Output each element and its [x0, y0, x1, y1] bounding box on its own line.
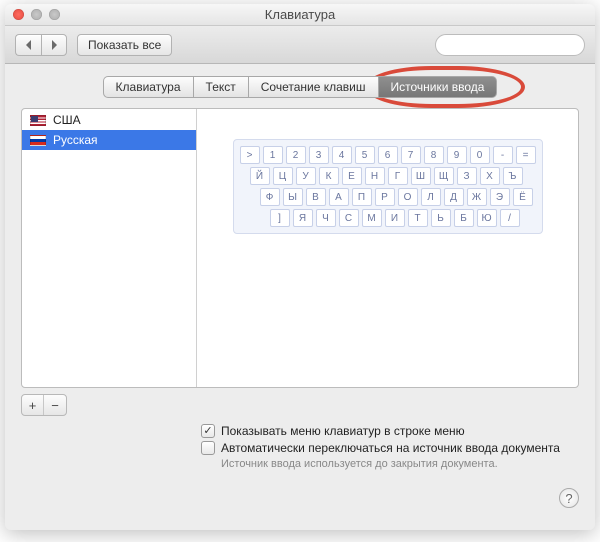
chevron-right-icon — [49, 40, 59, 50]
keyboard-row: ФЫВАПРОЛДЖЭЁ — [240, 188, 536, 206]
key: Я — [293, 209, 313, 227]
keyboard-layout: >1234567890-=ЙЦУКЕНГШЩЗХЪФЫВАПРОЛДЖЭЁ]ЯЧ… — [233, 139, 543, 234]
auto-switch-label: Автоматически переключаться на источник … — [221, 441, 560, 455]
key: 0 — [470, 146, 490, 164]
show-menu-checkbox[interactable] — [201, 424, 215, 438]
key: 3 — [309, 146, 329, 164]
key: П — [352, 188, 372, 206]
key: Ё — [513, 188, 533, 206]
key: = — [516, 146, 536, 164]
key: 6 — [378, 146, 398, 164]
options: Показывать меню клавиатур в строке меню … — [21, 424, 579, 470]
key: Н — [365, 167, 385, 185]
remove-button[interactable]: − — [44, 395, 66, 415]
key: Ъ — [503, 167, 523, 185]
ru-flag-icon — [30, 135, 46, 146]
key: Т — [408, 209, 428, 227]
key: Й — [250, 167, 270, 185]
key: 8 — [424, 146, 444, 164]
chevron-left-icon — [24, 40, 34, 50]
key: А — [329, 188, 349, 206]
key: Х — [480, 167, 500, 185]
search-field[interactable] — [435, 34, 585, 56]
key: К — [319, 167, 339, 185]
nav-segment — [15, 34, 67, 56]
us-flag-icon — [30, 115, 46, 126]
keyboard-preview: >1234567890-=ЙЦУКЕНГШЩЗХЪФЫВАПРОЛДЖЭЁ]ЯЧ… — [197, 109, 578, 387]
search-input[interactable] — [446, 37, 595, 53]
window-title: Клавиатура — [5, 7, 595, 22]
back-button[interactable] — [15, 34, 41, 56]
source-label: Русская — [53, 133, 98, 147]
key: Г — [388, 167, 408, 185]
keyboard-row: >1234567890-= — [240, 146, 536, 164]
source-row[interactable]: США — [22, 110, 196, 130]
keyboard-row: ЙЦУКЕНГШЩЗХЪ — [240, 167, 536, 185]
key: В — [306, 188, 326, 206]
key: 9 — [447, 146, 467, 164]
keyboard-row: ]ЯЧСМИТЬБЮ/ — [240, 209, 536, 227]
tab-3[interactable]: Источники ввода — [378, 76, 498, 98]
show-all-button[interactable]: Показать все — [77, 34, 172, 56]
key: У — [296, 167, 316, 185]
tab-2[interactable]: Сочетание клавиш — [248, 76, 378, 98]
titlebar: Клавиатура — [5, 4, 595, 26]
key: Щ — [434, 167, 454, 185]
hint-text: Источник ввода используется до закрытия … — [201, 458, 579, 470]
key: Ц — [273, 167, 293, 185]
add-remove-segment: + − — [21, 394, 67, 416]
key: Э — [490, 188, 510, 206]
key: И — [385, 209, 405, 227]
source-label: США — [53, 113, 81, 127]
source-row[interactable]: Русская — [22, 130, 196, 150]
key: Ч — [316, 209, 336, 227]
key: М — [362, 209, 382, 227]
key: Б — [454, 209, 474, 227]
auto-switch-checkbox[interactable] — [201, 441, 215, 455]
sources-panel: СШАРусская >1234567890-=ЙЦУКЕНГШЩЗХЪФЫВА… — [21, 108, 579, 388]
key: Ф — [260, 188, 280, 206]
key: Ш — [411, 167, 431, 185]
key: Ж — [467, 188, 487, 206]
tab-0[interactable]: Клавиатура — [103, 76, 193, 98]
tab-bar: КлавиатураТекстСочетание клавишИсточники… — [21, 76, 579, 98]
key: Л — [421, 188, 441, 206]
key: Ю — [477, 209, 497, 227]
key: О — [398, 188, 418, 206]
key: З — [457, 167, 477, 185]
preferences-window: Клавиатура Показать все КлавиатураТекстС… — [5, 4, 595, 530]
forward-button[interactable] — [41, 34, 67, 56]
show-menu-label: Показывать меню клавиатур в строке меню — [221, 424, 465, 438]
content-area: КлавиатураТекстСочетание клавишИсточники… — [5, 64, 595, 530]
key: ] — [270, 209, 290, 227]
tab-1[interactable]: Текст — [193, 76, 248, 98]
toolbar: Показать все — [5, 26, 595, 64]
key: - — [493, 146, 513, 164]
key: > — [240, 146, 260, 164]
key: 4 — [332, 146, 352, 164]
key: Е — [342, 167, 362, 185]
key: Р — [375, 188, 395, 206]
key: 5 — [355, 146, 375, 164]
key: Ь — [431, 209, 451, 227]
key: 2 — [286, 146, 306, 164]
key: 7 — [401, 146, 421, 164]
source-list[interactable]: США Русская — [22, 109, 197, 387]
key: Д — [444, 188, 464, 206]
key: Ы — [283, 188, 303, 206]
help-button[interactable]: ? — [559, 488, 579, 508]
key: / — [500, 209, 520, 227]
add-button[interactable]: + — [22, 395, 44, 415]
key: С — [339, 209, 359, 227]
key: 1 — [263, 146, 283, 164]
